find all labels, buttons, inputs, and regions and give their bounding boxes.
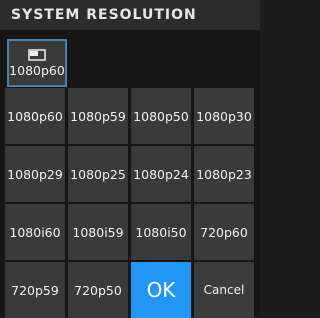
resolution-option[interactable]: 1080p59 [68, 88, 128, 144]
current-resolution[interactable]: 1080p60 [7, 39, 67, 87]
option-label: 1080p25 [70, 166, 126, 182]
resolution-option[interactable]: 720p59 [5, 262, 65, 318]
resolution-option[interactable]: 1080i59 [68, 204, 128, 260]
option-label: 1080p29 [7, 166, 63, 182]
cancel-label: Cancel [203, 283, 245, 297]
resolution-option[interactable]: 1080p24 [131, 146, 191, 202]
option-label: 1080p60 [7, 108, 63, 124]
option-label: 1080p23 [196, 166, 252, 182]
option-label: 1080i50 [135, 224, 187, 240]
resolution-option[interactable]: 1080p29 [5, 146, 65, 202]
option-label: 1080p50 [133, 108, 189, 124]
option-label: 1080p24 [133, 166, 189, 182]
option-label: 1080p30 [196, 108, 252, 124]
option-label: 720p50 [74, 282, 122, 298]
option-label: 720p60 [200, 224, 248, 240]
resolution-dialog: SYSTEM RESOLUTION 1080p60 1080p60 1080p5… [0, 0, 260, 318]
cancel-button[interactable]: Cancel [194, 262, 254, 318]
option-label: 720p59 [11, 282, 59, 298]
resolution-option[interactable]: 1080p25 [68, 146, 128, 202]
picture-in-picture-icon [28, 48, 46, 61]
option-label: 1080i60 [9, 224, 61, 240]
resolution-option[interactable]: 1080p60 [5, 88, 65, 144]
current-resolution-label: 1080p60 [9, 62, 65, 78]
option-label: 1080p59 [70, 108, 126, 124]
resolution-option[interactable]: 1080i60 [5, 204, 65, 260]
resolution-option[interactable]: 720p50 [68, 262, 128, 318]
resolution-option[interactable]: 720p60 [194, 204, 254, 260]
resolution-option[interactable]: 1080p23 [194, 146, 254, 202]
ok-label: OK [146, 278, 176, 302]
resolution-option[interactable]: 1080i50 [131, 204, 191, 260]
resolution-option[interactable]: 1080p50 [131, 88, 191, 144]
option-label: 1080i59 [72, 224, 124, 240]
dialog-title: SYSTEM RESOLUTION [0, 0, 260, 30]
resolution-option[interactable]: 1080p30 [194, 88, 254, 144]
ok-button[interactable]: OK [131, 262, 191, 318]
